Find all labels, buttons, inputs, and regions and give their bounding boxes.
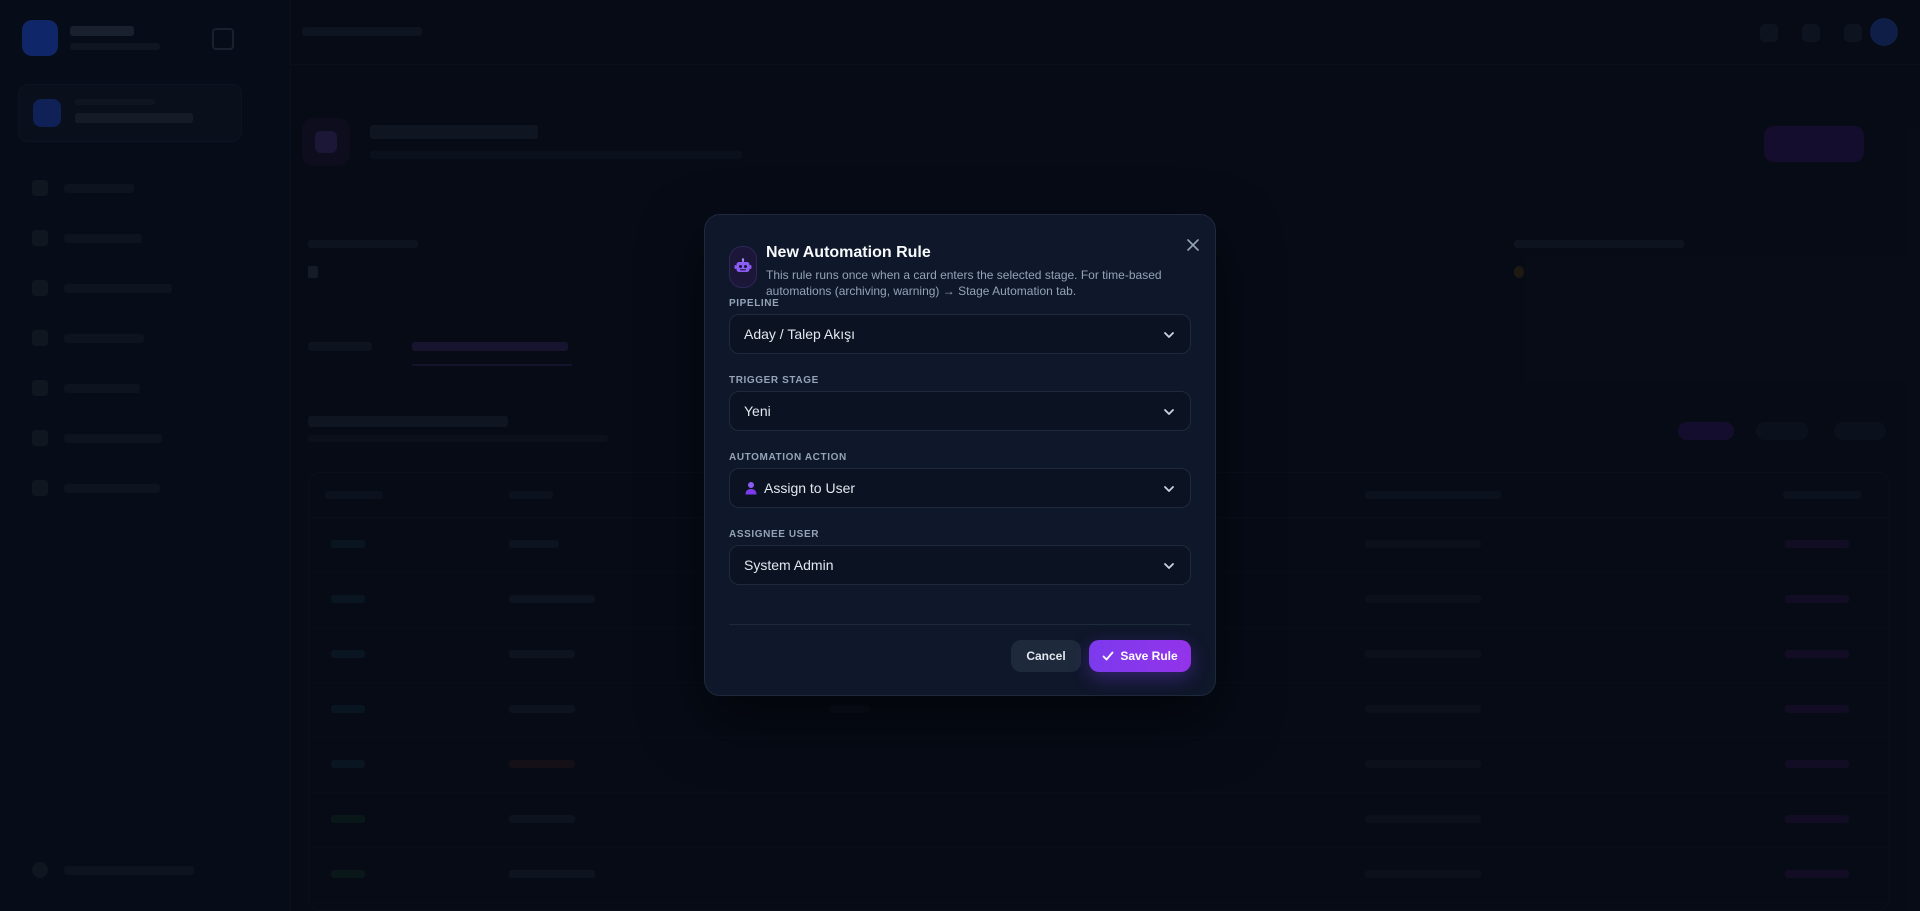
- assignee-user-value: System Admin: [744, 557, 834, 573]
- robot-badge: [729, 246, 757, 288]
- dialog-subtitle: This rule runs once when a card enters t…: [766, 268, 1162, 298]
- pipeline-label: PIPELINE: [729, 298, 780, 309]
- automation-action-select[interactable]: Assign to User: [729, 468, 1191, 508]
- robot-icon: [734, 258, 752, 272]
- cancel-button[interactable]: Cancel: [1011, 640, 1081, 672]
- new-automation-rule-dialog: New Automation Rule This rule runs once …: [704, 214, 1216, 696]
- dialog-divider: [729, 624, 1191, 625]
- pipeline-value: Aday / Talep Akışı: [744, 326, 856, 342]
- user-icon: [744, 481, 758, 495]
- assignee-user-label: ASSIGNEE USER: [729, 529, 820, 540]
- close-icon: [1187, 239, 1199, 251]
- chevron-down-icon: [1164, 409, 1174, 415]
- chevron-down-icon: [1164, 563, 1174, 569]
- trigger-stage-value: Yeni: [744, 403, 771, 419]
- chevron-down-icon: [1164, 332, 1174, 338]
- trigger-stage-label: TRIGGER STAGE: [729, 375, 819, 386]
- save-rule-label: Save Rule: [1120, 649, 1178, 663]
- trigger-stage-select[interactable]: Yeni: [729, 391, 1191, 431]
- check-icon: [1102, 651, 1114, 661]
- automation-action-label: AUTOMATION ACTION: [729, 452, 847, 463]
- pipeline-select[interactable]: Aday / Talep Akışı: [729, 314, 1191, 354]
- chevron-down-icon: [1164, 486, 1174, 492]
- assignee-user-select[interactable]: System Admin: [729, 545, 1191, 585]
- save-rule-button[interactable]: Save Rule: [1089, 640, 1191, 672]
- dialog-title: New Automation Rule: [766, 244, 931, 261]
- close-button[interactable]: [1183, 235, 1203, 255]
- automation-action-value: Assign to User: [764, 480, 856, 496]
